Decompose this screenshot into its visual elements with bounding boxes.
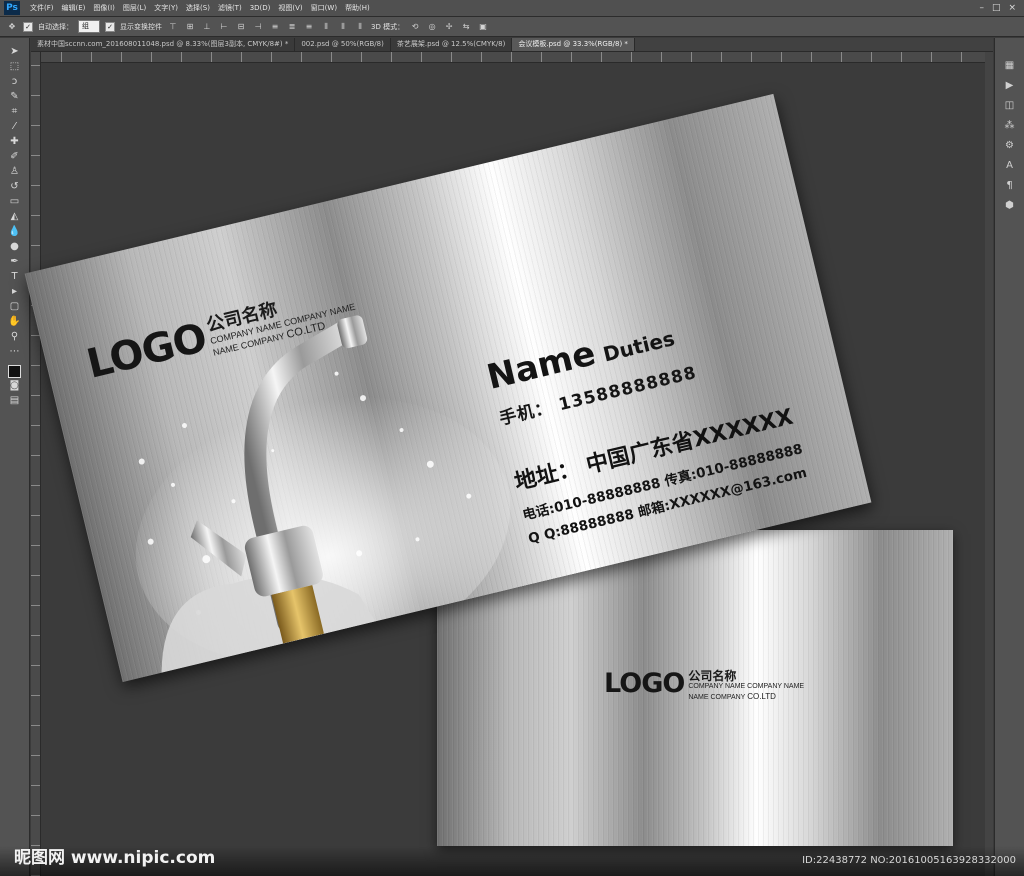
show-transform-label: 显示变换控件 (120, 22, 162, 31)
show-transform-checkbox[interactable]: ✓ (105, 21, 115, 32)
eraser-tool-icon[interactable]: ▭ (7, 194, 23, 209)
align-right-icon[interactable]: ⊣ (252, 21, 264, 32)
menu-help[interactable]: 帮助(H) (341, 3, 374, 13)
tab-document-2[interactable]: 002.psd @ 50%(RGB/8) (295, 38, 391, 51)
lasso-tool-icon[interactable]: ↄ (7, 74, 23, 89)
screen-mode-icon[interactable]: ▤ (7, 393, 23, 408)
photoshop-logo: Ps (4, 1, 20, 15)
eyedropper-icon[interactable]: ⁄ (7, 119, 23, 134)
menu-edit[interactable]: 编辑(E) (58, 3, 90, 13)
document-tabs: 素材中国sccnn.com_20160801104​8.psd @ 8.33%(… (31, 38, 993, 52)
3d-drag-icon[interactable]: ✢ (443, 21, 455, 32)
paint-bucket-icon[interactable]: ◭ (7, 209, 23, 224)
menu-bar: Ps 文件(F) 编辑(E) 图像(I) 图层(L) 文字(Y) 选择(S) 滤… (0, 0, 1024, 17)
auto-select-dropdown[interactable]: 组 (78, 20, 100, 33)
align-middle-icon[interactable]: ⊞ (184, 21, 196, 32)
person-duties: Duties (600, 326, 677, 367)
distribute-middle-icon[interactable]: ≣ (286, 21, 298, 32)
vertical-ruler (31, 52, 41, 876)
auto-select-label: 自动选择： (38, 22, 73, 31)
align-bottom-icon[interactable]: ⊥ (201, 21, 213, 32)
shape-tool-icon[interactable]: ▢ (7, 299, 23, 314)
menu-window[interactable]: 窗口(W) (307, 3, 341, 13)
menu-view[interactable]: 视图(V) (274, 3, 306, 13)
menu-filter[interactable]: 滤镜(T) (214, 3, 246, 13)
distribute-bottom-icon[interactable]: ≡ (303, 21, 315, 32)
tab-document-4[interactable]: 会议模板.psd @ 33.3%(RGB/8) * (512, 38, 635, 51)
minimize-icon[interactable]: – (979, 3, 984, 13)
3d-scale-icon[interactable]: ▣ (477, 21, 489, 32)
menu-layer[interactable]: 图层(L) (119, 3, 150, 13)
menu-select[interactable]: 选择(S) (182, 3, 214, 13)
maximize-icon[interactable]: □ (992, 3, 1001, 13)
healing-brush-icon[interactable]: ✚ (7, 134, 23, 149)
back-company-name-en-2: NAME COMPANY CO.LTD (688, 691, 776, 701)
character-icon[interactable]: A (1002, 158, 1018, 174)
close-icon[interactable]: × (1008, 3, 1016, 13)
back-company-name-en: COMPANY NAME COMPANY NAME (688, 683, 805, 691)
menu-3d[interactable]: 3D(D) (246, 4, 275, 12)
dodge-tool-icon[interactable]: ● (7, 239, 23, 254)
marquee-tool-icon[interactable]: ⬚ (7, 59, 23, 74)
3d-roll-icon[interactable]: ◎ (426, 21, 438, 32)
adjustments-icon[interactable]: ◫ (1002, 98, 1018, 114)
back-logo-block: LOGO 公司名称 COMPANY NAME COMPANY NAME NAME… (604, 668, 805, 702)
history-brush-icon[interactable]: ↺ (7, 179, 23, 194)
distribute-top-icon[interactable]: ≡ (269, 21, 281, 32)
quick-select-icon[interactable]: ✎ (7, 89, 23, 104)
canvas-scrollbar[interactable] (985, 52, 993, 876)
toolbox: ➤ ⬚ ↄ ✎ ⌗ ⁄ ✚ ✐ ♙ ↺ ▭ ◭ 💧 ● ✒ T ▸ ▢ ✋ ⚲ … (0, 38, 30, 876)
type-tool-icon[interactable]: T (7, 269, 23, 284)
actions-icon[interactable]: ▶ (1002, 78, 1018, 94)
distribute-center-icon[interactable]: ⦀ (337, 21, 349, 32)
clone-stamp-icon[interactable]: ♙ (7, 164, 23, 179)
menu-file[interactable]: 文件(F) (26, 3, 58, 13)
history-icon[interactable]: ▦ (1002, 58, 1018, 74)
right-panel-dock: ▦ ▶ ◫ ⁂ ⚙ A ¶ ⬢ (994, 38, 1024, 876)
crop-tool-icon[interactable]: ⌗ (7, 104, 23, 119)
path-select-icon[interactable]: ▸ (7, 284, 23, 299)
paragraph-icon[interactable]: ¶ (1002, 178, 1018, 194)
menu-image[interactable]: 图像(I) (89, 3, 119, 13)
pen-tool-icon[interactable]: ✒ (7, 254, 23, 269)
3d-slide-icon[interactable]: ⇆ (460, 21, 472, 32)
3d-mode-label: 3D 模式： (371, 22, 405, 31)
blur-tool-icon[interactable]: 💧 (7, 224, 23, 239)
align-center-icon[interactable]: ⊟ (235, 21, 247, 32)
move-tool-icon[interactable]: ✥ (6, 21, 18, 32)
align-top-icon[interactable]: ⊤ (167, 21, 179, 32)
tab-document-1[interactable]: 素材中国sccnn.com_20160801104​8.psd @ 8.33%(… (31, 38, 296, 51)
3d-panel-icon[interactable]: ⬢ (1002, 198, 1018, 214)
zoom-tool-icon[interactable]: ⚲ (7, 329, 23, 344)
distribute-left-icon[interactable]: ⫴ (320, 21, 332, 32)
auto-select-checkbox[interactable]: ✓ (23, 21, 33, 32)
align-left-icon[interactable]: ⊢ (218, 21, 230, 32)
menu-type[interactable]: 文字(Y) (150, 3, 182, 13)
move-tool-icon[interactable]: ➤ (7, 44, 23, 59)
more-tools-icon[interactable]: ⋯ (7, 344, 23, 359)
foreground-color-swatch[interactable] (8, 365, 21, 378)
watermark-id: ID:22438772 NO:20161005163928332000 (802, 855, 1016, 866)
quick-mask-icon[interactable]: ◙ (7, 378, 23, 393)
3d-rotate-icon[interactable]: ⟲ (409, 21, 421, 32)
brush-presets-icon[interactable]: ⁂ (1002, 118, 1018, 134)
back-logo-text: LOGO (604, 668, 685, 699)
properties-icon[interactable]: ⚙ (1002, 138, 1018, 154)
horizontal-ruler (31, 52, 993, 63)
watermark-site: 昵图网 www.nipic.com (14, 848, 216, 868)
tab-document-3[interactable]: 茶艺展架.psd @ 12.5%(CMYK/8) (390, 38, 513, 51)
hand-tool-icon[interactable]: ✋ (7, 314, 23, 329)
brush-tool-icon[interactable]: ✐ (7, 149, 23, 164)
back-company-name-cn: 公司名称 (688, 669, 737, 683)
options-bar: ✥ ✓ 自动选择： 组 ✓ 显示变换控件 ⊤ ⊞ ⊥ ⊢ ⊟ ⊣ ≡ ≣ ≡ ⫴… (0, 17, 1024, 37)
distribute-right-icon[interactable]: ⫴ (354, 21, 366, 32)
